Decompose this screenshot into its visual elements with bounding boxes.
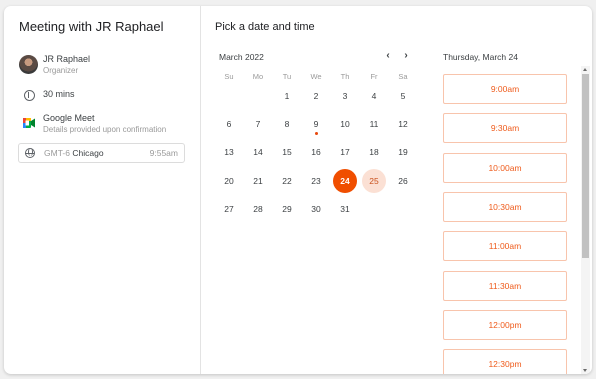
time-slot-button[interactable]: 12:00pm — [443, 309, 567, 340]
scroll-up-icon[interactable] — [583, 68, 587, 71]
location-note: Details provided upon confirmation — [43, 125, 167, 134]
booking-card: Meeting with JR Raphael JR Raphael Organ… — [4, 6, 592, 374]
weekday-label: Tu — [282, 72, 292, 81]
weekday-label: Mo — [252, 72, 264, 81]
pick-heading: Pick a date and time — [215, 21, 315, 33]
calendar-day-30[interactable]: 30 — [304, 197, 328, 221]
time-slot-button[interactable]: 11:00am — [443, 231, 567, 262]
calendar-day-10[interactable]: 10 — [333, 112, 357, 136]
calendar-day-17[interactable]: 17 — [333, 140, 357, 164]
organizer-info: JR Raphael Organizer — [43, 54, 90, 75]
calendar-day-23[interactable]: 23 — [304, 169, 328, 193]
timezone-selector[interactable]: GMT-6 Chicago 9:55am — [18, 143, 185, 163]
calendar-day-26[interactable]: 26 — [391, 169, 415, 193]
timer-icon — [22, 88, 36, 102]
organizer-row — [19, 54, 38, 74]
meeting-duration: 30 mins — [43, 89, 75, 99]
weekday-label: Th — [340, 72, 350, 81]
meeting-location: Google Meet Details provided upon confir… — [43, 113, 166, 134]
selected-date-heading: Thursday, March 24 — [443, 52, 518, 62]
time-slot-button[interactable]: 9:30am — [443, 113, 567, 144]
today-indicator — [314, 132, 318, 136]
timezone-city: Chicago — [72, 148, 104, 158]
calendar-day-7[interactable]: 7 — [246, 112, 270, 136]
calendar-day-20[interactable]: 20 — [217, 169, 241, 193]
calendar-day-6[interactable]: 6 — [217, 112, 241, 136]
globe-icon — [25, 148, 35, 158]
scroll-down-icon[interactable] — [583, 369, 587, 372]
calendar-day-22[interactable]: 22 — [275, 169, 299, 193]
calendar-day-2[interactable]: 2 — [304, 84, 328, 108]
location-name: Google Meet — [43, 113, 95, 123]
weekday-label: Su — [224, 72, 234, 81]
organizer-avatar — [19, 55, 38, 74]
previous-month-button[interactable]: ‹ — [382, 50, 394, 61]
meeting-title: Meeting with JR Raphael — [19, 19, 164, 34]
calendar-day-4[interactable]: 4 — [362, 84, 386, 108]
calendar-day-16[interactable]: 16 — [304, 140, 328, 164]
month-label: March 2022 — [219, 52, 264, 62]
time-slot-button[interactable]: 10:00am — [443, 152, 567, 183]
organizer-role: Organizer — [43, 66, 79, 75]
organizer-name: JR Raphael — [43, 54, 91, 64]
calendar-day-11[interactable]: 11 — [362, 112, 386, 136]
time-slot-list: 9:00am 9:30am 10:00am 10:30am 11:00am 11:30am… — [443, 74, 567, 374]
google-meet-icon — [22, 116, 36, 130]
time-slot-scrollbar[interactable] — [581, 66, 590, 374]
calendar-day-31[interactable]: 31 — [333, 197, 357, 221]
calendar-day-5[interactable]: 5 — [391, 84, 415, 108]
calendar-day-1[interactable]: 1 — [275, 84, 299, 108]
calendar-day-13[interactable]: 13 — [217, 140, 241, 164]
time-slot-button[interactable]: 11:30am — [443, 270, 567, 301]
weekday-label: Sa — [398, 72, 408, 81]
calendar-day-28[interactable]: 28 — [246, 197, 270, 221]
calendar-day-18[interactable]: 18 — [362, 140, 386, 164]
time-slot-button[interactable]: 10:30am — [443, 191, 567, 222]
weekday-label: We — [310, 72, 322, 81]
calendar-day-24[interactable]: 24 — [333, 168, 357, 193]
calendar-day-8[interactable]: 8 — [275, 112, 299, 136]
calendar-day-19[interactable]: 19 — [391, 140, 415, 164]
calendar-day-21[interactable]: 21 — [246, 169, 270, 193]
time-slot-button[interactable]: 9:00am — [443, 74, 567, 104]
calendar-day-15[interactable]: 15 — [275, 140, 299, 164]
calendar-day-3[interactable]: 3 — [333, 84, 357, 108]
scrollbar-thumb[interactable] — [582, 74, 589, 258]
calendar-day-27[interactable]: 27 — [217, 197, 241, 221]
timezone-current-time: 9:55am — [149, 148, 178, 158]
next-month-button[interactable]: › — [400, 50, 412, 61]
timezone-label: GMT-6 Chicago — [44, 148, 104, 158]
meeting-details-panel: Meeting with JR Raphael JR Raphael Organ… — [4, 6, 201, 374]
calendar-day-25[interactable]: 25 — [362, 168, 386, 193]
calendar-day-14[interactable]: 14 — [246, 140, 270, 164]
timezone-offset: GMT-6 — [44, 148, 70, 158]
calendar-day-12[interactable]: 12 — [391, 112, 415, 136]
weekday-label: Fr — [370, 72, 378, 81]
time-slot-button[interactable]: 12:30pm — [443, 349, 567, 374]
calendar-day-29[interactable]: 29 — [275, 197, 299, 221]
